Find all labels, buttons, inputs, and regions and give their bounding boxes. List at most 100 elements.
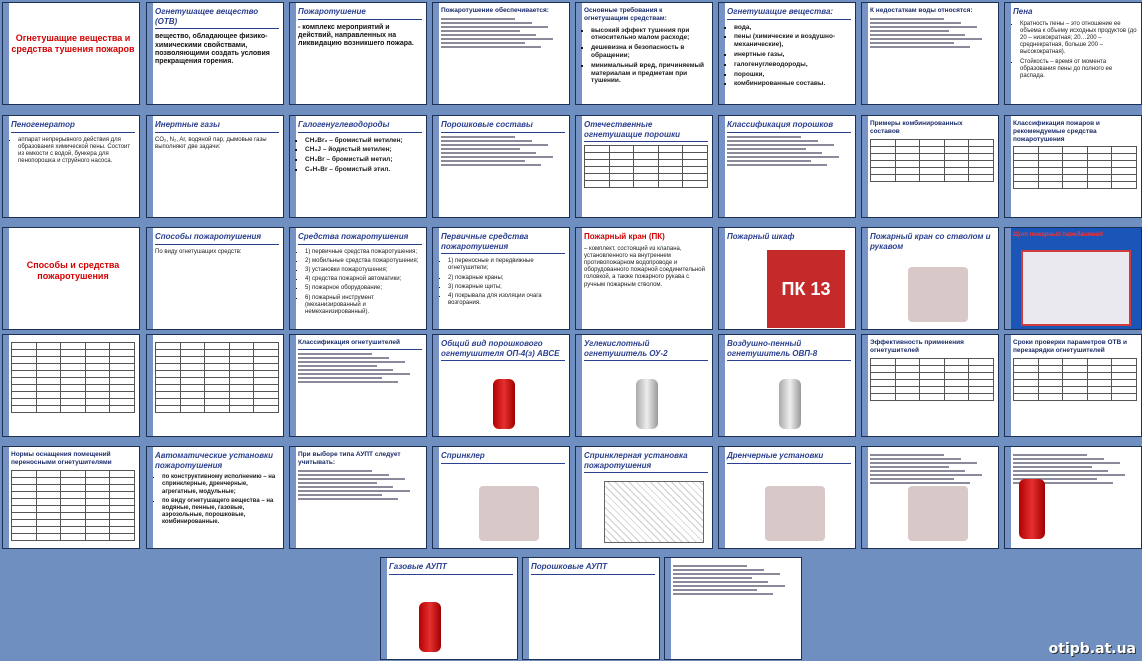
photo-illustration xyxy=(765,486,825,541)
slide-title: Пожарный кран со стволом и рукавом xyxy=(870,232,991,251)
slide-thumbnail[interactable] xyxy=(1004,446,1142,549)
slide-title: К недостаткам воды относятся: xyxy=(870,7,973,14)
title-underline xyxy=(298,18,422,20)
slide-selection-bar xyxy=(862,116,868,217)
slide-thumbnail[interactable]: Воздушно-пенный огнетушитель ОВП-8 xyxy=(718,334,856,437)
slide-content xyxy=(155,339,279,432)
slide-bullet-item: CH₂Br₂ – бромистый метилен; xyxy=(305,137,422,145)
title-underline xyxy=(155,243,279,245)
slide-thumbnail[interactable]: Эффективность применения огнетушителей xyxy=(861,334,999,437)
slide-thumbnail[interactable]: Углекислотный огнетушитель ОУ-2 xyxy=(575,334,713,437)
slide-thumbnail[interactable]: Пожарный кран (ПК) – комплект, состоящий … xyxy=(575,227,713,330)
slide-thumbnail[interactable] xyxy=(664,557,802,660)
slide-content: Пеногенератор аппарат непрерывного действ… xyxy=(11,120,135,213)
slide-thumbnail[interactable]: Способы и средства пожаротушения xyxy=(2,227,140,330)
slide-thumbnail[interactable]: Порошковые составы xyxy=(432,115,570,218)
slide-thumbnail[interactable]: Спринклерная установка пожаротушения xyxy=(575,446,713,549)
slide-selection-bar xyxy=(3,3,9,104)
slide-table xyxy=(870,357,994,401)
slide-thumbnail[interactable]: Щит пожарный передвижной xyxy=(1004,227,1142,330)
slide-thumbnail[interactable]: Пена Кратность пены – это отношение ее об… xyxy=(1004,2,1142,105)
slide-content: Дренчерные установки xyxy=(727,451,851,544)
slide-selection-bar xyxy=(3,228,9,329)
slide-title: Первичные средства пожаротушения xyxy=(441,232,529,251)
slide-content: Примеры комбинированных составов xyxy=(870,120,994,213)
slide-title: Щит пожарный передвижной xyxy=(1013,232,1103,238)
slide-thumbnail[interactable]: Пожарный шкаф ПК 13 xyxy=(718,227,856,330)
slide-thumbnail[interactable]: При выборе типа АУПТ следует учитывать: xyxy=(289,446,427,549)
slide-thumbnail[interactable]: Порошковые АУПТ xyxy=(522,557,660,660)
slide-thumbnail[interactable]: Автоматические установки пожаротушения по… xyxy=(146,446,284,549)
site-watermark: otipb.at.ua xyxy=(1048,641,1136,657)
slide-content: Сроки проверки параметров ОТВ и перезаря… xyxy=(1013,339,1137,432)
slide-body-text: - комплекс мероприятий и действий, напра… xyxy=(298,23,414,48)
slide-thumbnail[interactable]: Газовые АУПТ xyxy=(380,557,518,660)
slide-selection-bar xyxy=(147,3,153,104)
slide-content: Пожарный кран (ПК) – комплект, состоящий … xyxy=(584,232,708,325)
slide-content xyxy=(673,562,797,655)
slide-thumbnail[interactable]: К недостаткам воды относятся: xyxy=(861,2,999,105)
slide-selection-bar xyxy=(147,228,153,329)
slide-selection-bar xyxy=(576,3,582,104)
slide-thumbnail[interactable]: Огнетушащие вещества: вода,пены (химическ… xyxy=(718,2,856,105)
slide-content: Классификация порошков xyxy=(727,120,851,213)
slide-thumbnail[interactable]: Спринклер xyxy=(432,446,570,549)
slide-selection-bar xyxy=(147,116,153,217)
slide-title: Основные требования к огнетушащим средст… xyxy=(584,7,667,22)
fire-extinguisher-icon xyxy=(636,379,658,429)
slide-bullet-item: вода, xyxy=(734,24,851,32)
slide-thumbnail[interactable]: Средства пожаротушения 1) первичные средс… xyxy=(289,227,427,330)
slide-bullet-item: 4) средства пожарной автоматики; xyxy=(305,276,422,283)
slide-thumbnail[interactable]: Пожаротушение обеспечивается: xyxy=(432,2,570,105)
slide-selection-bar xyxy=(3,447,9,548)
slide-bullet-item: порошки, xyxy=(734,71,851,79)
slide-content: Эффективность применения огнетушителей xyxy=(870,339,994,432)
slide-thumbnail[interactable]: Сроки проверки параметров ОТВ и перезаря… xyxy=(1004,334,1142,437)
slide-selection-bar xyxy=(862,3,868,104)
slide-title: Пожаротушение xyxy=(298,7,366,16)
slide-thumbnail[interactable] xyxy=(2,334,140,437)
slide-thumbnail[interactable]: Основные требования к огнетушащим средст… xyxy=(575,2,713,105)
slide-bullet-list: CH₂Br₂ – бромистый метилен;CH₃J – йодист… xyxy=(298,137,422,174)
slide-title: Инертные газы xyxy=(155,120,220,129)
slide-thumbnail[interactable]: Огнетушащие вещества и средства тушения … xyxy=(2,2,140,105)
slide-bullet-list: вода,пены (химические и воздушно-механич… xyxy=(727,24,851,89)
slide-title: Углекислотный огнетушитель ОУ-2 xyxy=(584,339,668,358)
slide-body-text: – комплект, состоящий из клапана, устано… xyxy=(584,245,705,288)
slide-thumbnail[interactable]: Дренчерные установки xyxy=(718,446,856,549)
slide-bullet-item: CH₃Br – бромистый метил; xyxy=(305,156,422,164)
slide-table xyxy=(11,342,135,413)
slide-thumbnail[interactable]: Первичные средства пожаротушения 1) перен… xyxy=(432,227,570,330)
slide-content: Порошковые АУПТ xyxy=(531,562,655,655)
slide-thumbnail[interactable]: Классификация огнетушителей xyxy=(289,334,427,437)
slide-thumbnail[interactable]: Примеры комбинированных составов xyxy=(861,115,999,218)
slide-thumbnail[interactable]: Нормы оснащения помещений переносными ог… xyxy=(2,446,140,549)
slide-table xyxy=(155,342,279,413)
slide-thumbnail[interactable]: Классификация порошков xyxy=(718,115,856,218)
title-underline xyxy=(441,131,565,133)
slide-thumbnail[interactable]: Галогенуглеводороды CH₂Br₂ – бромистый ме… xyxy=(289,115,427,218)
slide-thumbnail[interactable] xyxy=(861,446,999,549)
fire-extinguisher-icon xyxy=(779,379,801,429)
slide-selection-bar xyxy=(290,3,296,104)
title-underline xyxy=(441,360,565,362)
slide-thumbnail[interactable]: Огнетушащее вещество (ОТВ) вещество, обла… xyxy=(146,2,284,105)
slide-thumbnail[interactable]: Пожаротушение - комплекс мероприятий и де… xyxy=(289,2,427,105)
slide-thumbnail[interactable]: Общий вид порошкового огнетушителя ОП-4(… xyxy=(432,334,570,437)
slide-title: Галогенуглеводороды xyxy=(298,120,390,129)
slide-thumbnail[interactable]: Пеногенератор аппарат непрерывного действ… xyxy=(2,115,140,218)
slide-title: Примеры комбинированных составов xyxy=(870,120,963,135)
photo-illustration xyxy=(479,486,539,541)
slide-title: Порошковые составы xyxy=(441,120,533,129)
slide-title: Классификация порошков xyxy=(727,120,834,129)
slide-title: Пожарный кран (ПК) xyxy=(584,232,665,241)
slide-selection-bar xyxy=(1005,228,1011,329)
slide-thumbnail[interactable]: Отечественные огнетушащие порошки xyxy=(575,115,713,218)
slide-bullet-item: инертные газы, xyxy=(734,51,851,59)
fire-extinguisher-icon xyxy=(419,602,441,652)
slide-thumbnail[interactable]: Классификация пожаров и рекомендуемые ср… xyxy=(1004,115,1142,218)
slide-thumbnail[interactable]: Инертные газы CO₂, N₂, Ar, водяной пар, д… xyxy=(146,115,284,218)
slide-thumbnail[interactable] xyxy=(146,334,284,437)
slide-thumbnail[interactable]: Способы пожаротушения По виду огнетушащих… xyxy=(146,227,284,330)
slide-thumbnail[interactable]: Пожарный кран со стволом и рукавом xyxy=(861,227,999,330)
